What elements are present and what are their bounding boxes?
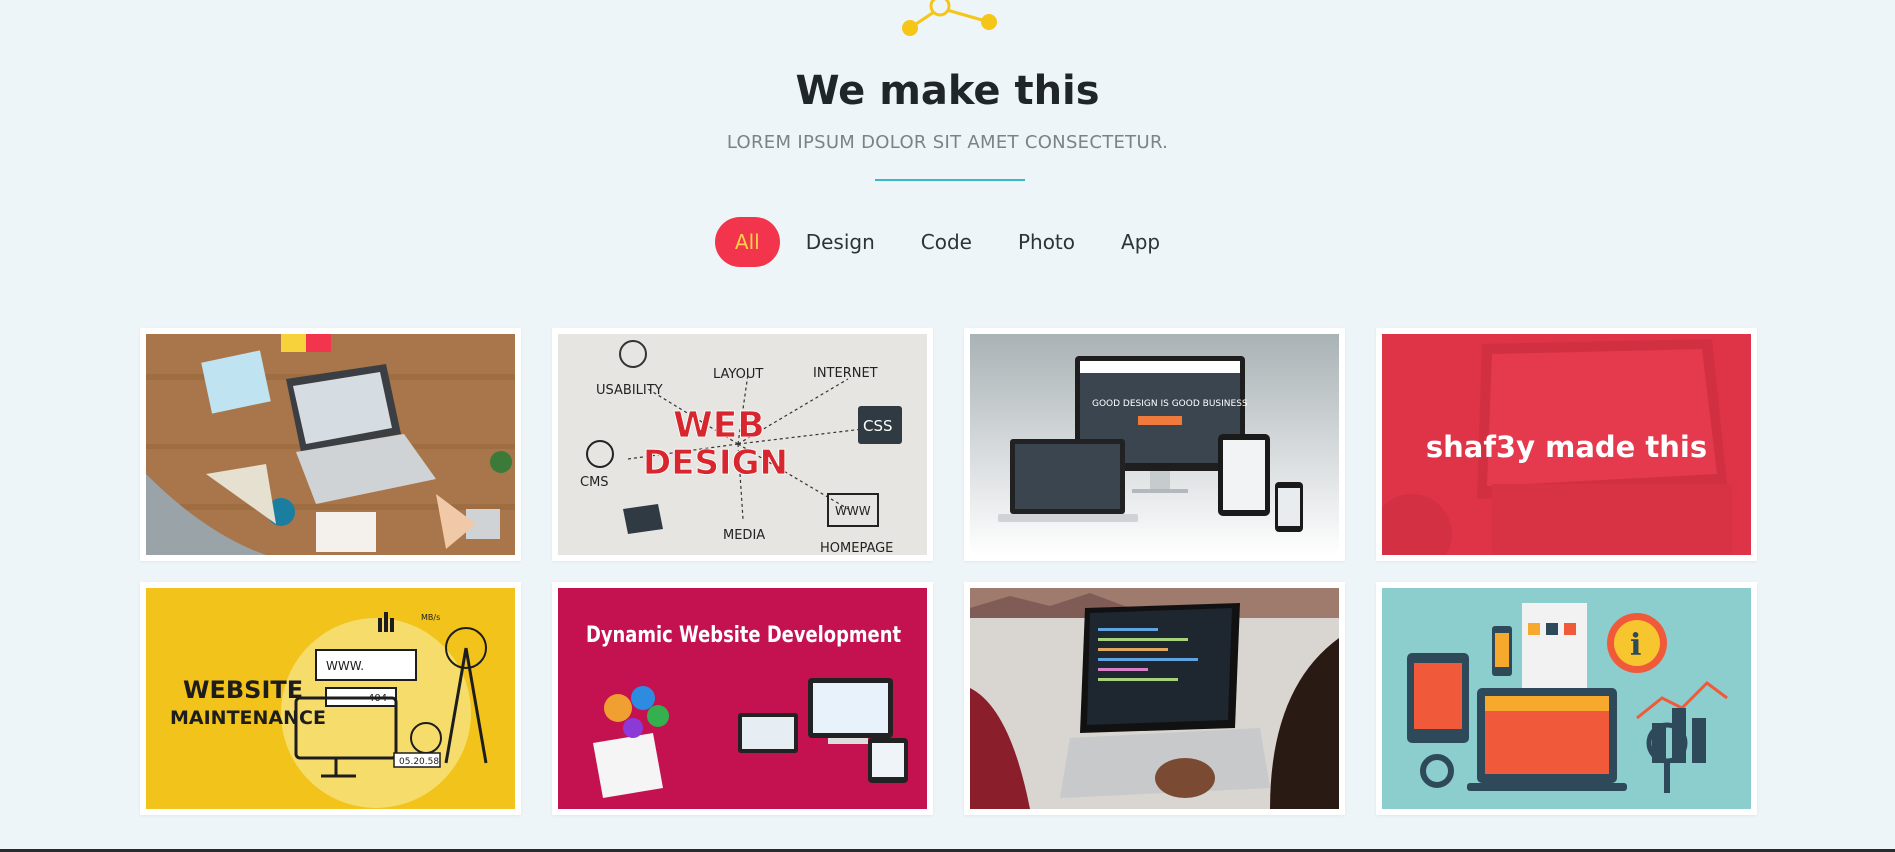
diagram-label-cms: CMS: [580, 475, 609, 490]
portfolio-filter-bar: All Design Code Photo App: [0, 217, 1895, 267]
portfolio-item[interactable]: GOOD DESIGN IS GOOD BUSINESS: [964, 328, 1345, 561]
diagram-label-www: WWW: [835, 504, 871, 518]
portfolio-item-hovered[interactable]: shaf3y made this: [1376, 328, 1757, 561]
diagram-label-homepage: HOMEPAGE: [820, 541, 893, 555]
diagram-label-css: CSS: [863, 417, 893, 435]
logo-molecule-icon: [902, 0, 997, 36]
portfolio-image-coding-laptop: [970, 588, 1339, 809]
portfolio-item[interactable]: USABILITY LAYOUT INTERNET WEB DESIGN CSS…: [552, 328, 933, 561]
maintenance-url-label: WWW.: [326, 659, 364, 673]
filter-app-button[interactable]: App: [1101, 217, 1180, 267]
filter-photo-button[interactable]: Photo: [998, 217, 1095, 267]
diagram-label-internet: INTERNET: [813, 366, 878, 381]
portfolio-image-website-maintenance: WEBSITE MAINTENANCE WWW. 404 05.20.58 MB…: [146, 588, 515, 809]
portfolio-image-responsive-devices: GOOD DESIGN IS GOOD BUSINESS: [970, 334, 1339, 555]
filter-code-button[interactable]: Code: [901, 217, 992, 267]
maintenance-mbs-label: MB/s: [421, 613, 440, 622]
diagram-word-design: DESIGN: [643, 443, 788, 483]
section-title: We make this: [795, 68, 1100, 114]
maintenance-title-line2: MAINTENANCE: [170, 707, 326, 729]
portfolio-image-laptop-sunset: shaf3y made this: [1382, 334, 1751, 555]
diagram-label-layout: LAYOUT: [713, 367, 763, 382]
portfolio-image-info-graphics: i: [1382, 588, 1751, 809]
portfolio-item[interactable]: [140, 328, 521, 561]
portfolio-image-web-design: USABILITY LAYOUT INTERNET WEB DESIGN CSS…: [558, 334, 927, 555]
filter-design-button[interactable]: Design: [786, 217, 895, 267]
title-divider: [875, 179, 1025, 181]
diagram-label-usability: USABILITY: [596, 383, 663, 398]
portfolio-hover-caption: shaf3y made this: [1425, 430, 1708, 464]
maintenance-title-line1: WEBSITE: [183, 676, 303, 704]
portfolio-image-workspace: [146, 334, 515, 555]
portfolio-item[interactable]: Dynamic Website Development: [552, 582, 933, 815]
banner-headline: Dynamic Website Development: [586, 623, 901, 648]
filter-all-button[interactable]: All: [714, 217, 780, 267]
portfolio-item[interactable]: WEBSITE MAINTENANCE WWW. 404 05.20.58 MB…: [140, 582, 521, 815]
diagram-word-web: WEB: [673, 405, 765, 446]
portfolio-item[interactable]: i: [1376, 582, 1757, 815]
section-subtitle: LOREM IPSUM DOLOR SIT AMET CONSECTETUR.: [726, 132, 1169, 153]
svg-text:i: i: [1630, 628, 1641, 663]
mockup-tagline: GOOD DESIGN IS GOOD BUSINESS: [1092, 399, 1248, 409]
diagram-label-media: MEDIA: [723, 528, 765, 543]
portfolio-image-dynamic-website: Dynamic Website Development: [558, 588, 927, 809]
portfolio-item[interactable]: [964, 582, 1345, 815]
maintenance-date: 05.20.58: [399, 757, 439, 767]
